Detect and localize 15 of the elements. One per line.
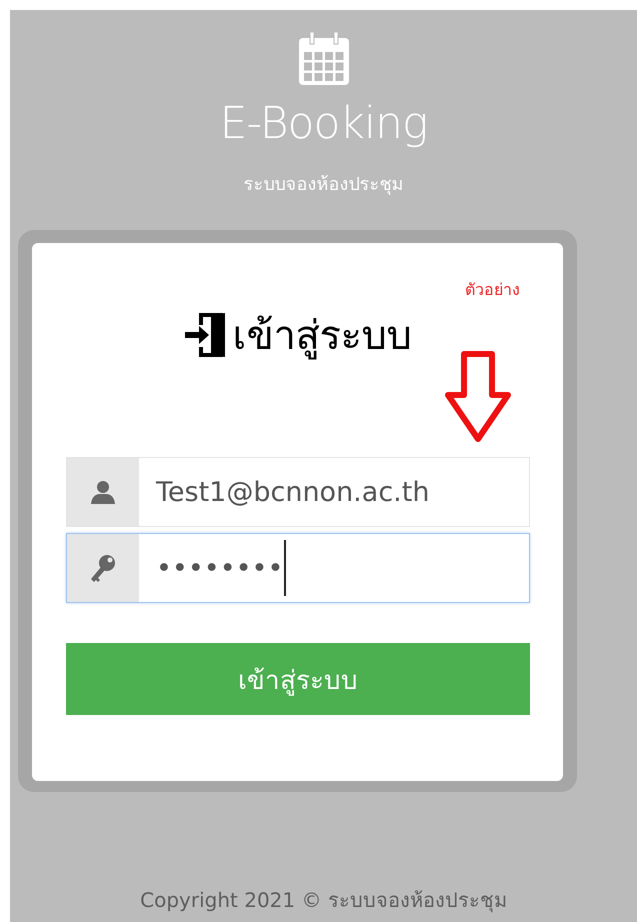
field-value: •••••••• [156, 552, 284, 584]
password-field[interactable]: •••••••• [66, 533, 530, 603]
copyright-text: Copyright 2021 © ระบบจองห้องประชุม [140, 887, 507, 914]
field-value: Test1@bcnnon.ac.th [156, 476, 430, 508]
app-title: E-Booking [220, 98, 428, 149]
calendar-icon [298, 32, 350, 86]
app-subtitle: ระบบจองห้องประชุม [244, 173, 404, 197]
user-icon [90, 480, 116, 504]
key-icon [89, 553, 117, 583]
email-field[interactable]: Test1@bcnnon.ac.th [66, 457, 530, 527]
down-arrow-icon [444, 351, 512, 443]
text-cursor [284, 540, 286, 596]
sign-in-icon [184, 311, 226, 359]
example-note: ตัวอย่าง [465, 279, 520, 301]
login-heading: เข้าสู่ระบบ [232, 313, 412, 362]
